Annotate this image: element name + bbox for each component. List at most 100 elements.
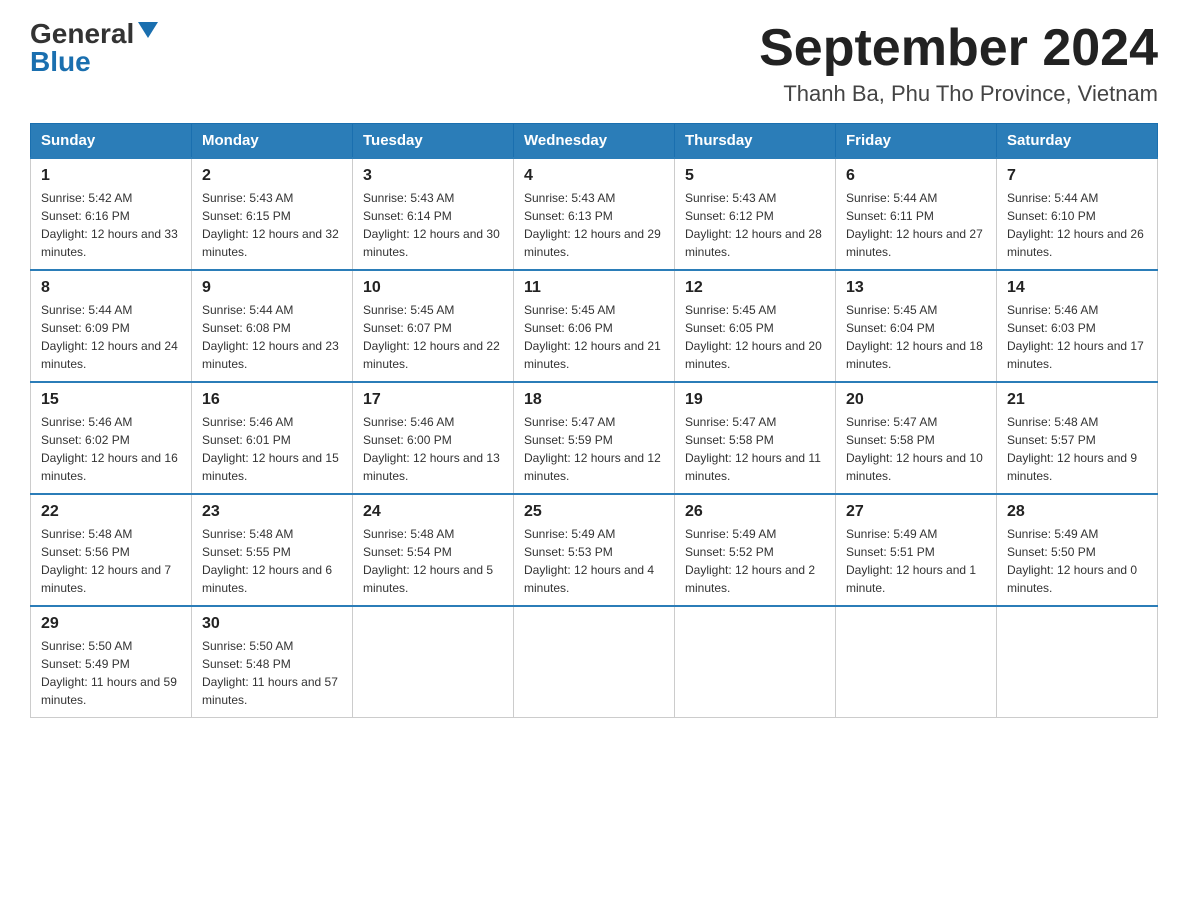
day-info: Sunrise: 5:50 AMSunset: 5:48 PMDaylight:… <box>202 637 342 709</box>
day-number: 12 <box>685 279 825 297</box>
day-number: 26 <box>685 503 825 521</box>
day-info: Sunrise: 5:43 AMSunset: 6:13 PMDaylight:… <box>524 189 664 261</box>
title-section: September 2024 Thanh Ba, Phu Tho Provinc… <box>759 20 1158 107</box>
day-number: 23 <box>202 503 342 521</box>
day-info: Sunrise: 5:49 AMSunset: 5:52 PMDaylight:… <box>685 525 825 597</box>
calendar-cell: 24Sunrise: 5:48 AMSunset: 5:54 PMDayligh… <box>353 494 514 606</box>
day-info: Sunrise: 5:44 AMSunset: 6:08 PMDaylight:… <box>202 301 342 373</box>
header-monday: Monday <box>192 124 353 159</box>
day-number: 28 <box>1007 503 1147 521</box>
day-info: Sunrise: 5:48 AMSunset: 5:57 PMDaylight:… <box>1007 413 1147 485</box>
calendar-cell: 1 Sunrise: 5:42 AMSunset: 6:16 PMDaylight… <box>31 158 192 270</box>
calendar-cell: 17 Sunrise: 5:46 AMSunset: 6:00 PMDayligh… <box>353 382 514 494</box>
location-title: Thanh Ba, Phu Tho Province, Vietnam <box>759 81 1158 107</box>
day-info: Sunrise: 5:45 AMSunset: 6:06 PMDaylight:… <box>524 301 664 373</box>
calendar-cell <box>353 606 514 718</box>
calendar-cell: 21 Sunrise: 5:48 AMSunset: 5:57 PMDayligh… <box>997 382 1158 494</box>
day-info: Sunrise: 5:43 AMSunset: 6:15 PMDaylight:… <box>202 189 342 261</box>
logo-general-text: General <box>30 20 134 48</box>
logo: General Blue <box>30 20 158 76</box>
calendar-body: 1 Sunrise: 5:42 AMSunset: 6:16 PMDaylight… <box>31 158 1158 718</box>
calendar-cell: 26 Sunrise: 5:49 AMSunset: 5:52 PMDayligh… <box>675 494 836 606</box>
header-sunday: Sunday <box>31 124 192 159</box>
day-info: Sunrise: 5:46 AMSunset: 6:03 PMDaylight:… <box>1007 301 1147 373</box>
day-info: Sunrise: 5:44 AMSunset: 6:09 PMDaylight:… <box>41 301 181 373</box>
day-info: Sunrise: 5:46 AMSunset: 6:01 PMDaylight:… <box>202 413 342 485</box>
day-number: 24 <box>363 503 503 521</box>
day-number: 13 <box>846 279 986 297</box>
day-number: 29 <box>41 615 181 633</box>
calendar-cell: 19Sunrise: 5:47 AMSunset: 5:58 PMDayligh… <box>675 382 836 494</box>
week-row-3: 15Sunrise: 5:46 AMSunset: 6:02 PMDayligh… <box>31 382 1158 494</box>
day-info: Sunrise: 5:47 AMSunset: 5:58 PMDaylight:… <box>685 413 825 485</box>
header-saturday: Saturday <box>997 124 1158 159</box>
header-wednesday: Wednesday <box>514 124 675 159</box>
calendar-cell: 25Sunrise: 5:49 AMSunset: 5:53 PMDayligh… <box>514 494 675 606</box>
day-number: 17 <box>363 391 503 409</box>
calendar-cell <box>836 606 997 718</box>
month-title: September 2024 <box>759 20 1158 77</box>
week-row-1: 1 Sunrise: 5:42 AMSunset: 6:16 PMDaylight… <box>31 158 1158 270</box>
calendar-cell <box>997 606 1158 718</box>
calendar-cell: 22Sunrise: 5:48 AMSunset: 5:56 PMDayligh… <box>31 494 192 606</box>
calendar-cell: 11 Sunrise: 5:45 AMSunset: 6:06 PMDayligh… <box>514 270 675 382</box>
day-number: 27 <box>846 503 986 521</box>
header-friday: Friday <box>836 124 997 159</box>
calendar-cell: 18Sunrise: 5:47 AMSunset: 5:59 PMDayligh… <box>514 382 675 494</box>
calendar-cell: 5Sunrise: 5:43 AMSunset: 6:12 PMDaylight… <box>675 158 836 270</box>
day-number: 2 <box>202 167 342 185</box>
calendar-cell <box>675 606 836 718</box>
day-info: Sunrise: 5:45 AMSunset: 6:05 PMDaylight:… <box>685 301 825 373</box>
header-thursday: Thursday <box>675 124 836 159</box>
header-tuesday: Tuesday <box>353 124 514 159</box>
week-row-5: 29 Sunrise: 5:50 AMSunset: 5:49 PMDayligh… <box>31 606 1158 718</box>
day-number: 8 <box>41 279 181 297</box>
day-info: Sunrise: 5:48 AMSunset: 5:56 PMDaylight:… <box>41 525 181 597</box>
header-row: SundayMondayTuesdayWednesdayThursdayFrid… <box>31 124 1158 159</box>
day-info: Sunrise: 5:48 AMSunset: 5:55 PMDaylight:… <box>202 525 342 597</box>
calendar-table: SundayMondayTuesdayWednesdayThursdayFrid… <box>30 123 1158 718</box>
day-number: 15 <box>41 391 181 409</box>
calendar-cell: 14Sunrise: 5:46 AMSunset: 6:03 PMDayligh… <box>997 270 1158 382</box>
day-info: Sunrise: 5:47 AMSunset: 5:59 PMDaylight:… <box>524 413 664 485</box>
calendar-cell: 30 Sunrise: 5:50 AMSunset: 5:48 PMDayligh… <box>192 606 353 718</box>
day-info: Sunrise: 5:50 AMSunset: 5:49 PMDaylight:… <box>41 637 181 709</box>
day-info: Sunrise: 5:46 AMSunset: 6:00 PMDaylight:… <box>363 413 503 485</box>
day-number: 11 <box>524 279 664 297</box>
day-number: 10 <box>363 279 503 297</box>
day-info: Sunrise: 5:45 AMSunset: 6:07 PMDaylight:… <box>363 301 503 373</box>
calendar-cell: 28Sunrise: 5:49 AMSunset: 5:50 PMDayligh… <box>997 494 1158 606</box>
calendar-cell: 7 Sunrise: 5:44 AMSunset: 6:10 PMDaylight… <box>997 158 1158 270</box>
week-row-4: 22Sunrise: 5:48 AMSunset: 5:56 PMDayligh… <box>31 494 1158 606</box>
day-number: 16 <box>202 391 342 409</box>
calendar-cell: 3Sunrise: 5:43 AMSunset: 6:14 PMDaylight… <box>353 158 514 270</box>
day-number: 7 <box>1007 167 1147 185</box>
calendar-cell: 13Sunrise: 5:45 AMSunset: 6:04 PMDayligh… <box>836 270 997 382</box>
day-info: Sunrise: 5:49 AMSunset: 5:51 PMDaylight:… <box>846 525 986 597</box>
day-info: Sunrise: 5:43 AMSunset: 6:12 PMDaylight:… <box>685 189 825 261</box>
page-header: General Blue September 2024 Thanh Ba, Ph… <box>30 20 1158 107</box>
day-number: 4 <box>524 167 664 185</box>
day-number: 3 <box>363 167 503 185</box>
calendar-cell: 10 Sunrise: 5:45 AMSunset: 6:07 PMDayligh… <box>353 270 514 382</box>
week-row-2: 8 Sunrise: 5:44 AMSunset: 6:09 PMDaylight… <box>31 270 1158 382</box>
calendar-cell: 9Sunrise: 5:44 AMSunset: 6:08 PMDaylight… <box>192 270 353 382</box>
day-info: Sunrise: 5:49 AMSunset: 5:53 PMDaylight:… <box>524 525 664 597</box>
day-info: Sunrise: 5:42 AMSunset: 6:16 PMDaylight:… <box>41 189 181 261</box>
calendar-cell: 8 Sunrise: 5:44 AMSunset: 6:09 PMDaylight… <box>31 270 192 382</box>
day-number: 1 <box>41 167 181 185</box>
day-number: 20 <box>846 391 986 409</box>
calendar-cell: 12 Sunrise: 5:45 AMSunset: 6:05 PMDayligh… <box>675 270 836 382</box>
calendar-cell: 15Sunrise: 5:46 AMSunset: 6:02 PMDayligh… <box>31 382 192 494</box>
calendar-cell: 2 Sunrise: 5:43 AMSunset: 6:15 PMDaylight… <box>192 158 353 270</box>
logo-blue-text: Blue <box>30 48 91 76</box>
calendar-cell: 29 Sunrise: 5:50 AMSunset: 5:49 PMDayligh… <box>31 606 192 718</box>
day-info: Sunrise: 5:47 AMSunset: 5:58 PMDaylight:… <box>846 413 986 485</box>
day-info: Sunrise: 5:44 AMSunset: 6:10 PMDaylight:… <box>1007 189 1147 261</box>
calendar-cell: 16 Sunrise: 5:46 AMSunset: 6:01 PMDayligh… <box>192 382 353 494</box>
logo-triangle-icon <box>138 22 158 38</box>
calendar-cell: 20 Sunrise: 5:47 AMSunset: 5:58 PMDayligh… <box>836 382 997 494</box>
day-number: 6 <box>846 167 986 185</box>
day-number: 21 <box>1007 391 1147 409</box>
day-number: 30 <box>202 615 342 633</box>
